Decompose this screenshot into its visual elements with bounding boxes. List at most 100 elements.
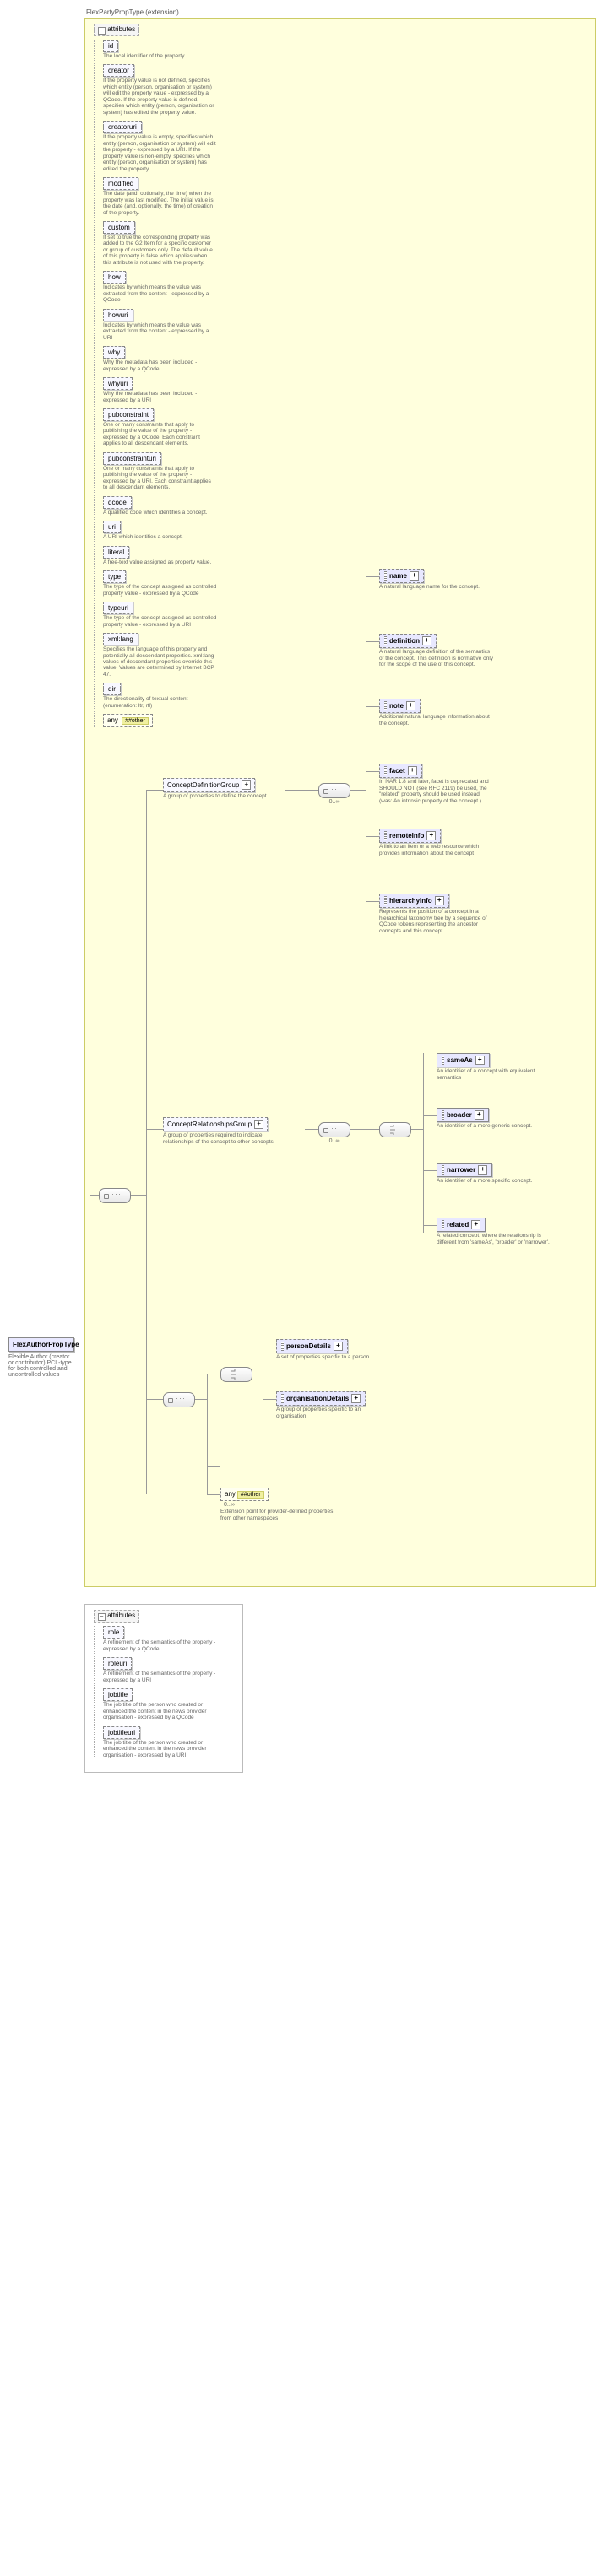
extension-title: FlexPartyPropType (extension): [86, 8, 597, 16]
attribute-box[interactable]: role: [103, 1626, 124, 1639]
organisation-details-element[interactable]: organisationDetails+: [276, 1391, 366, 1406]
name-element[interactable]: name+: [379, 569, 424, 583]
expand-icon[interactable]: +: [426, 831, 436, 840]
attribute-desc: The type of the concept assigned as cont…: [103, 615, 217, 628]
expand-icon[interactable]: +: [406, 701, 415, 710]
expand-icon[interactable]: +: [478, 1165, 487, 1175]
element-desc: Additional natural language information …: [379, 714, 493, 726]
attribute-desc: Why the metadata has been included - exp…: [103, 391, 217, 403]
attribute-box[interactable]: xml:lang: [103, 633, 138, 645]
expand-icon[interactable]: +: [408, 766, 417, 775]
attribute-creator: creatorIf the property value is not defi…: [103, 64, 221, 116]
attribute-desc: Indicates by which means the value was e…: [103, 284, 217, 303]
attribute-desc: If the property value is empty, specifie…: [103, 134, 217, 172]
element-desc: A link to an item or a web resource whic…: [379, 844, 493, 856]
attribute-howuri: howuriIndicates by which means the value…: [103, 309, 221, 341]
attribute-box[interactable]: custom: [103, 221, 135, 234]
facet-element[interactable]: facet+: [379, 764, 422, 778]
attribute-how: howIndicates by which means the value wa…: [103, 271, 221, 303]
expand-icon[interactable]: +: [242, 780, 251, 790]
choice-connector: [379, 1122, 411, 1137]
attribute-box[interactable]: howuri: [103, 309, 133, 321]
attribute-box[interactable]: creatoruri: [103, 121, 142, 133]
attribute-uri: uriA URI which identifies a concept.: [103, 521, 221, 540]
definition-element[interactable]: definition+: [379, 634, 437, 648]
expand-icon[interactable]: +: [475, 1056, 485, 1065]
attribute-box[interactable]: roleuri: [103, 1657, 132, 1670]
attribute-desc: A qualified code which identifies a conc…: [103, 510, 217, 516]
expand-icon[interactable]: +: [254, 1120, 263, 1129]
hierarchyinfo-element[interactable]: hierarchyInfo+: [379, 894, 449, 908]
broader-element[interactable]: broader+: [437, 1108, 489, 1122]
attribute-box[interactable]: why: [103, 346, 125, 359]
attributes-column-1: idThe local identifier of the property. c…: [94, 40, 595, 727]
root-type-node: FlexAuthorPropType Flexible Author (crea…: [8, 1337, 74, 1378]
sameas-element[interactable]: sameAs+: [437, 1053, 490, 1067]
concept-relationships-group[interactable]: ConceptRelationshipsGroup+: [163, 1117, 268, 1131]
attribute-roleuri: roleuriA refinement of the semantics of …: [103, 1657, 221, 1683]
attribute-why: whyWhy the metadata has been included - …: [103, 346, 221, 372]
element-desc: A natural language definition of the sem…: [379, 649, 493, 667]
sequence-connector: [318, 783, 350, 798]
attribute-box[interactable]: qcode: [103, 496, 132, 509]
attribute-jobtitleuri: jobtitleuriThe job title of the person w…: [103, 1726, 221, 1758]
expand-icon[interactable]: +: [435, 896, 444, 905]
attribute-box[interactable]: typeuri: [103, 602, 133, 614]
attribute-desc: The type of the concept assigned as cont…: [103, 584, 217, 597]
extension-box-1: – attributes idThe local identifier of t…: [84, 18, 596, 1587]
remoteinfo-element[interactable]: remoteInfo+: [379, 829, 441, 843]
element-desc: A related concept, where the relationshi…: [437, 1233, 551, 1245]
attribute-box[interactable]: how: [103, 271, 126, 284]
element-desc: An identifier of a concept with equivale…: [437, 1068, 551, 1081]
note-element[interactable]: note+: [379, 699, 421, 713]
attribute-box[interactable]: id: [103, 40, 118, 52]
attribute-box[interactable]: jobtitleuri: [103, 1726, 140, 1739]
element-desc: A natural language name for the concept.: [379, 584, 480, 590]
attribute-desc: The directionality of textual content (e…: [103, 696, 217, 709]
root-type-box: FlexAuthorPropType: [8, 1337, 74, 1352]
attribute-desc: Specifies the language of this property …: [103, 646, 217, 678]
attribute-id: idThe local identifier of the property.: [103, 40, 221, 59]
attribute-typeuri: typeuriThe type of the concept assigned …: [103, 602, 221, 628]
any-other-desc: Extension point for provider-defined pro…: [220, 1509, 334, 1521]
person-details-element[interactable]: personDetails+: [276, 1339, 348, 1353]
element-desc: An identifier of a more generic concept.: [437, 1123, 532, 1129]
expand-icon[interactable]: +: [334, 1342, 343, 1351]
expand-icon[interactable]: +: [422, 636, 431, 645]
element-desc: Represents the position of a concept in …: [379, 909, 493, 934]
expand-icon[interactable]: +: [410, 571, 419, 581]
any-other-element: any##other: [220, 1488, 269, 1501]
attribute-box[interactable]: literal: [103, 546, 129, 559]
attributes-column-2: roleA refinement of the semantics of the…: [94, 1626, 242, 1758]
expand-icon[interactable]: +: [471, 1220, 480, 1229]
attribute-box[interactable]: whyuri: [103, 377, 133, 390]
attribute-desc: One or many constraints that apply to pu…: [103, 466, 217, 491]
attribute-desc: Why the metadata has been included - exp…: [103, 359, 217, 372]
organisation-details-desc: A group of properties specific to an org…: [276, 1407, 390, 1419]
attribute-box[interactable]: jobtitle: [103, 1688, 133, 1701]
attribute-box[interactable]: creator: [103, 64, 134, 77]
attribute-whyuri: whyuriWhy the metadata has been included…: [103, 377, 221, 403]
attribute-desc: A URI which identifies a concept.: [103, 534, 217, 540]
attribute-desc: The local identifier of the property.: [103, 53, 217, 59]
attribute-box[interactable]: pubconstraint: [103, 408, 154, 421]
attribute-box[interactable]: modified: [103, 177, 138, 190]
attribute-literal: literalA free-text value assigned as pro…: [103, 546, 221, 565]
element-desc: An identifier of a more specific concept…: [437, 1178, 532, 1184]
concept-definition-group-desc: A group of properties to define the conc…: [163, 793, 267, 799]
expand-icon[interactable]: +: [351, 1394, 361, 1403]
attribute-box[interactable]: dir: [103, 683, 121, 695]
attribute-box[interactable]: pubconstrainturi: [103, 452, 161, 465]
attribute-box[interactable]: type: [103, 570, 126, 583]
cardinality-label: 0..∞: [318, 799, 350, 805]
narrower-element[interactable]: narrower+: [437, 1163, 492, 1177]
concept-definition-group[interactable]: ConceptDefinitionGroup+: [163, 778, 255, 792]
attribute-desc: If the property value is not defined, sp…: [103, 78, 217, 116]
expand-icon[interactable]: +: [475, 1110, 484, 1120]
attribute-creatoruri: creatoruriIf the property value is empty…: [103, 121, 221, 172]
attribute-box[interactable]: uri: [103, 521, 121, 533]
content-area: ConceptDefinitionGroup+ A group of prope…: [90, 732, 595, 1581]
related-element[interactable]: related+: [437, 1218, 486, 1232]
attribute-pubconstraint: pubconstraintOne or many constraints tha…: [103, 408, 221, 447]
attribute-qcode: qcodeA qualified code which identifies a…: [103, 496, 221, 516]
